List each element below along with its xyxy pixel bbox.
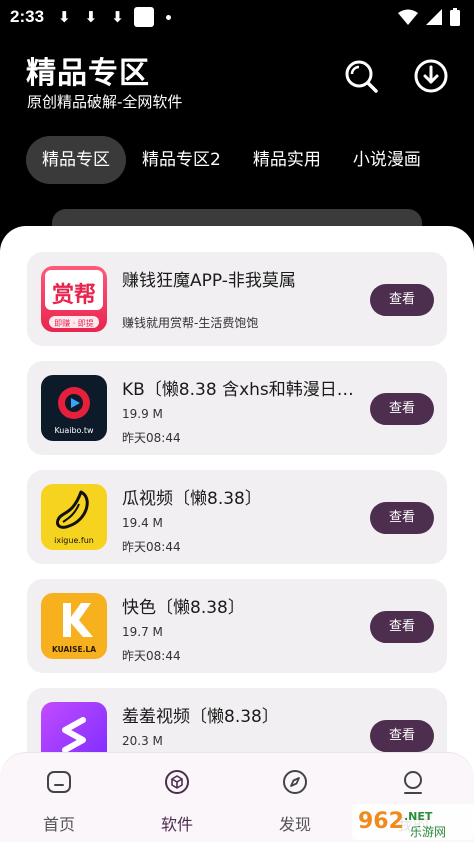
app-updated: 昨天08:44 [122,431,181,445]
list-item[interactable]: KUAISE.LA 快色〔懒8.38〕 19.7 M 昨天08:44 查看 [27,579,447,673]
box-icon [165,770,189,794]
tab-xiaoshuo-manhua[interactable]: 小说漫画 [337,136,437,184]
icon-text: ixigue.fun [54,536,94,545]
svg-text:.NET: .NET [404,810,433,823]
compass-icon [283,770,307,794]
battery-icon [450,8,460,26]
wifi-icon [398,9,418,25]
category-tabs: 精品专区 精品专区2 精品实用 小说漫画 [26,136,437,184]
search-icon[interactable] [343,58,379,94]
app-size: 19.7 M [122,625,163,639]
icon-text: 赏帮 [52,282,96,308]
svg-text:962: 962 [358,809,404,834]
kuaise-app-icon: KUAISE.LA [41,593,107,659]
tab-jingpin-shiyong[interactable]: 精品实用 [237,136,337,184]
view-button[interactable]: 查看 [370,284,434,316]
xigua-app-icon: ixigue.fun [41,484,107,550]
home-icon [47,771,71,793]
view-button[interactable]: 查看 [370,502,434,534]
signal-icon [426,9,442,25]
svg-text:乐游网: 乐游网 [410,825,446,839]
page-subtitle: 原创精品破解-全网软件 [27,93,183,111]
status-time: 2:33 [10,7,45,26]
kuaibo-app-icon: Kuaibo.tw [41,375,107,441]
xiuxiu-app-icon [41,702,107,756]
app-name: 羞羞视频〔懒8.38〕 [122,707,279,727]
tab-jingpin-zhuanqu[interactable]: 精品专区 [26,136,126,184]
app-size: 19.4 M [122,516,163,530]
nav-home[interactable]: 首页 [19,769,99,835]
shangbang-app-icon: 赏帮 即赚 · 即提 [41,266,107,332]
nav-label: 发现 [278,815,311,834]
icon-text: KUAISE.LA [52,645,96,654]
nav-discover[interactable]: 发现 [255,769,335,835]
user-icon [404,771,422,794]
list-item[interactable]: 赏帮 即赚 · 即提 赚钱狂魔APP-非我莫属 赚钱就用赏帮-生活费饱饱 查看 [27,252,447,346]
icon-subtext: 即赚 · 即提 [54,318,94,328]
tab-jingpin-zhuanqu-2[interactable]: 精品专区2 [126,136,237,184]
list-item[interactable]: ixigue.fun 瓜视频〔懒8.38〕 19.4 M 昨天08:44 查看 [27,470,447,564]
app-size: 19.9 M [122,407,163,421]
nav-software[interactable]: 软件 [137,769,217,835]
app-description: 赚钱就用赏帮-生活费饱饱 [122,316,259,330]
962-watermark-logo: 962 .NET 乐游网 [352,804,474,840]
status-bar: 2:33 ⬇ ⬇ ⬇ [0,0,474,34]
app-size: 20.3 M [122,734,163,748]
more-notifications-dot [165,14,171,20]
page-header: 精品专区 原创精品破解-全网软件 [0,34,474,134]
download-notification-icon: ⬇ [84,8,98,26]
app-updated: 昨天08:44 [122,540,181,554]
app-updated: 昨天08:44 [122,649,181,663]
page-title: 精品专区 [26,56,150,91]
list-item[interactable]: 羞羞视频〔懒8.38〕 20.3 M 查看 [27,688,447,756]
app-name: 赚钱狂魔APP-非我莫属 [122,271,296,291]
icon-text: Kuaibo.tw [54,426,94,435]
download-notification-icon: ⬇ [58,8,71,26]
nav-label: 首页 [42,815,75,834]
app-name: 快色〔懒8.38〕 [122,598,245,618]
list-item[interactable]: Kuaibo.tw KB〔懒8.38 含xhs和韩漫日… 19.9 M 昨天08… [27,361,447,455]
app-notification-icon [133,7,154,27]
download-notification-icon: ⬇ [111,8,124,26]
content-sheet: 赏帮 即赚 · 即提 赚钱狂魔APP-非我莫属 赚钱就用赏帮-生活费饱饱 查看 … [0,226,474,842]
app-name: KB〔懒8.38 含xhs和韩漫日… [122,380,354,400]
app-name: 瓜视频〔懒8.38〕 [122,489,262,509]
view-button[interactable]: 查看 [370,393,434,425]
app-list: 赏帮 即赚 · 即提 赚钱狂魔APP-非我莫属 赚钱就用赏帮-生活费饱饱 查看 … [0,226,474,756]
nav-label: 软件 [160,815,193,834]
view-button[interactable]: 查看 [370,720,434,752]
download-icon[interactable] [413,58,449,94]
view-button[interactable]: 查看 [370,611,434,643]
